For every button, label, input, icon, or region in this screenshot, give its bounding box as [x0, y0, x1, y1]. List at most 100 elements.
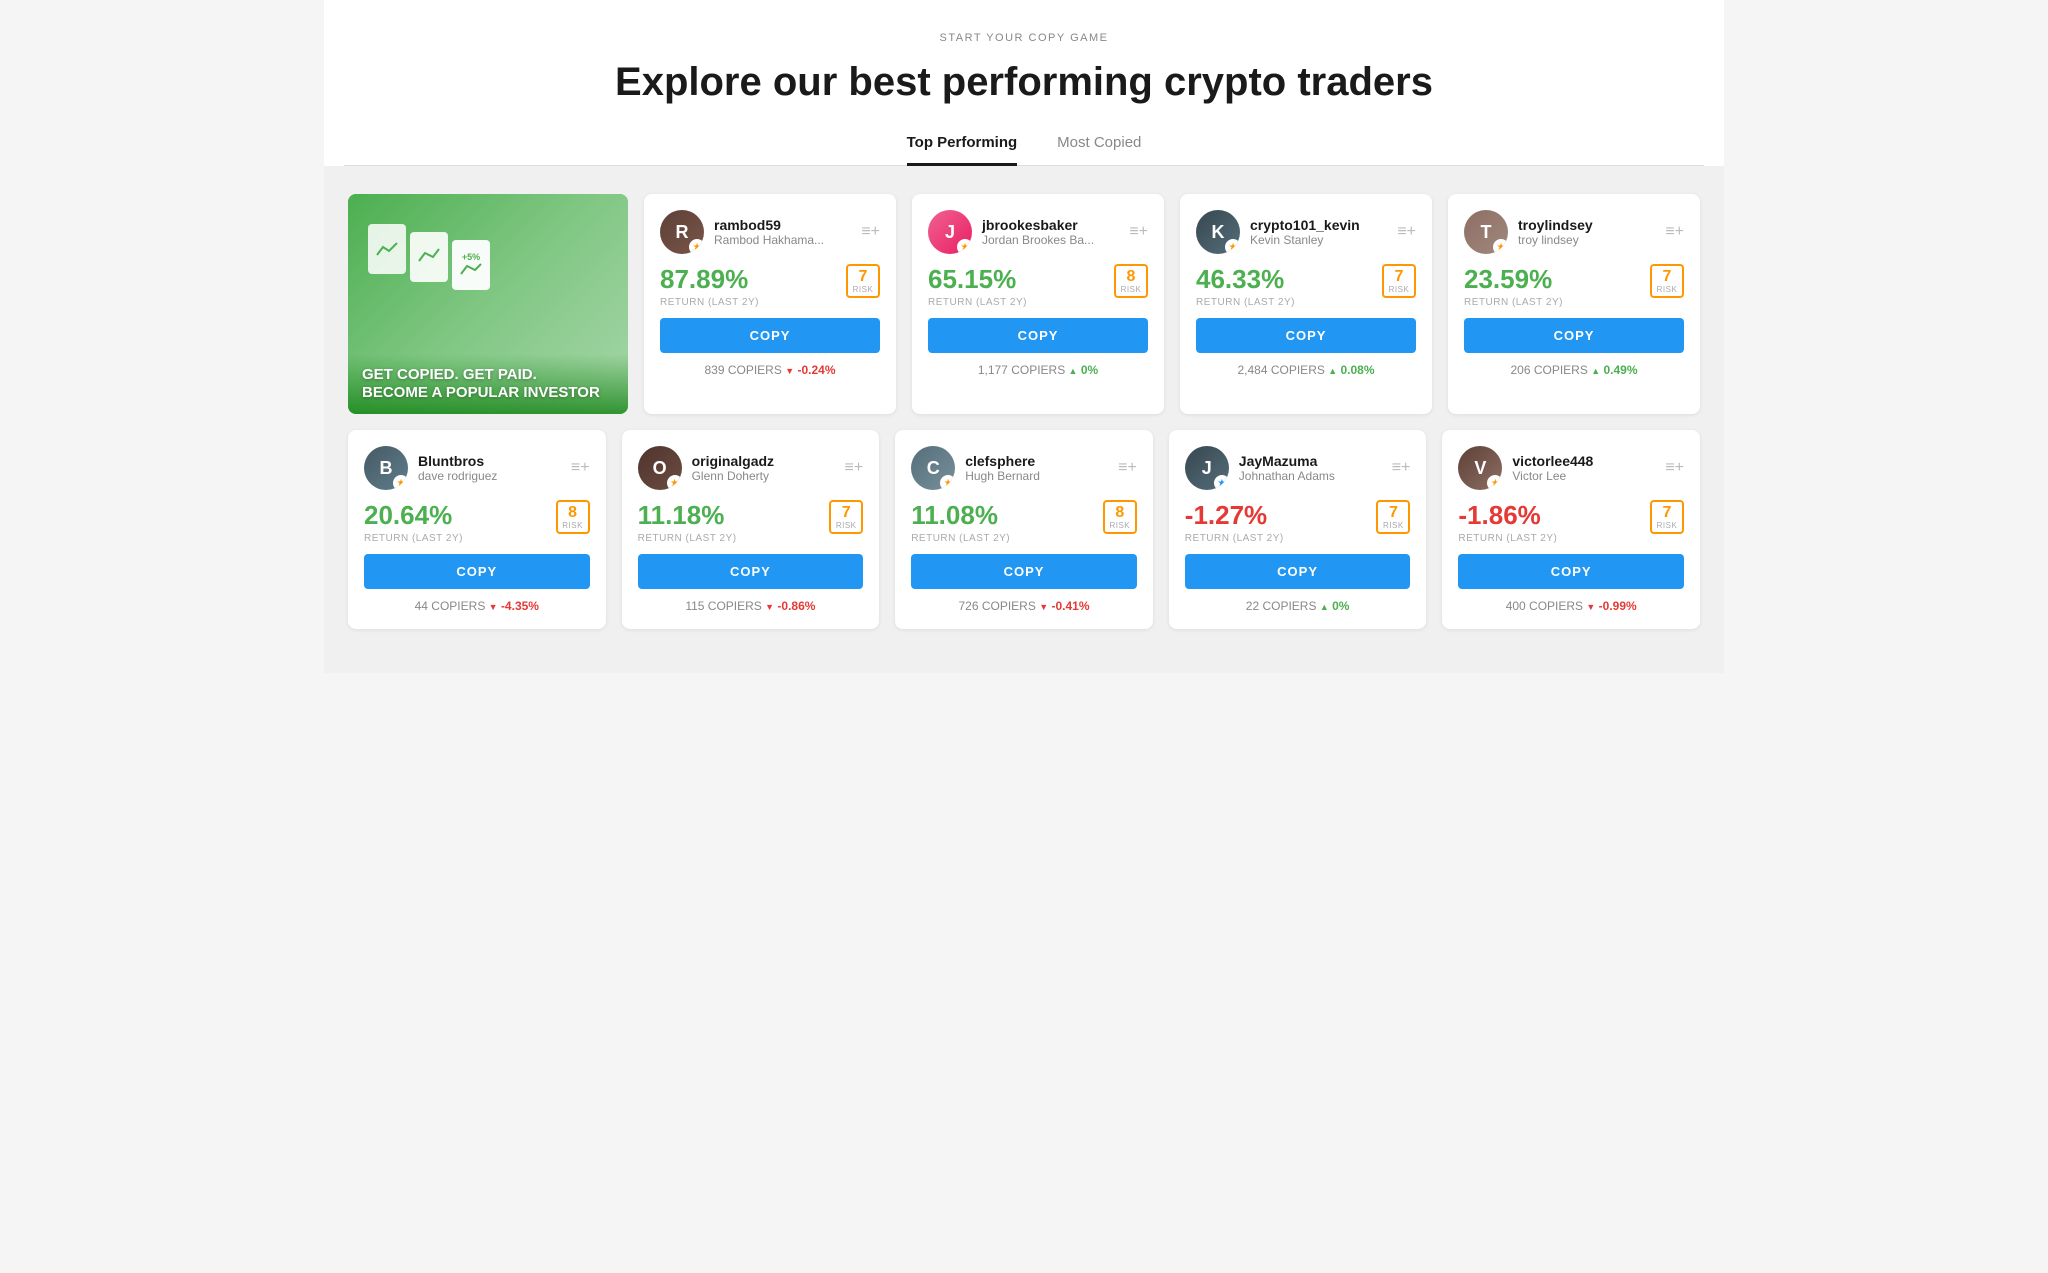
trader-info: V ★ victorlee448 Victor Lee	[1458, 446, 1593, 490]
grid-row-2: B ★ Bluntbros dave rodriguez ≡+ 20.64% R…	[348, 430, 1700, 629]
trader-username: originalgadz	[692, 453, 774, 469]
menu-icon[interactable]: ≡+	[1118, 459, 1137, 477]
trader-card-originalgadz: O ★ originalgadz Glenn Doherty ≡+ 11.18%…	[622, 430, 880, 629]
trader-fullname: Johnathan Adams	[1239, 469, 1335, 483]
card-header: B ★ Bluntbros dave rodriguez ≡+	[364, 446, 590, 490]
star-badge: ★	[1493, 239, 1508, 254]
promo-headline-2: BECOME A POPULAR INVESTOR	[362, 384, 614, 402]
chart-mini-2	[410, 232, 448, 282]
tab-most-copied[interactable]: Most Copied	[1057, 134, 1141, 166]
copy-button[interactable]: COPY	[1185, 554, 1411, 589]
risk-label: RISK	[1109, 521, 1130, 530]
trader-username: troylindsey	[1518, 217, 1593, 233]
trader-names: clefsphere Hugh Bernard	[965, 453, 1040, 483]
avatar: C ★	[911, 446, 955, 490]
trader-info: J ★ JayMazuma Johnathan Adams	[1185, 446, 1335, 490]
menu-icon[interactable]: ≡+	[1129, 223, 1148, 241]
copiers-row: 2,484 COPIERS 0.08%	[1196, 363, 1416, 377]
copy-button[interactable]: COPY	[1196, 318, 1416, 353]
trader-info: C ★ clefsphere Hugh Bernard	[911, 446, 1040, 490]
return-label: RETURN (LAST 2Y)	[1464, 297, 1563, 308]
menu-icon[interactable]: ≡+	[861, 223, 880, 241]
star-badge: ★	[940, 475, 955, 490]
trader-card-troylindsey: T ★ troylindsey troy lindsey ≡+ 23.59% R…	[1448, 194, 1700, 414]
trader-username: crypto101_kevin	[1250, 217, 1360, 233]
risk-label: RISK	[1657, 521, 1678, 530]
return-label: RETURN (LAST 2Y)	[660, 297, 759, 308]
risk-label: RISK	[1121, 285, 1142, 294]
risk-number: 7	[842, 505, 851, 521]
tabs-bar: Top Performing Most Copied	[344, 134, 1704, 166]
trader-info: T ★ troylindsey troy lindsey	[1464, 210, 1593, 254]
risk-box: 7 RISK	[1650, 500, 1684, 534]
menu-icon[interactable]: ≡+	[845, 459, 864, 477]
avatar: B ★	[364, 446, 408, 490]
promo-text: GET COPIED. GET PAID. BECOME A POPULAR I…	[348, 354, 628, 414]
trader-fullname: Victor Lee	[1512, 469, 1593, 483]
chart-mini-1	[368, 224, 406, 274]
trader-card-jaymazuma: J ★ JayMazuma Johnathan Adams ≡+ -1.27% …	[1169, 430, 1427, 629]
main-title: Explore our best performing crypto trade…	[344, 58, 1704, 106]
copy-button[interactable]: COPY	[660, 318, 880, 353]
return-label: RETURN (LAST 2Y)	[1458, 533, 1557, 544]
trader-names: originalgadz Glenn Doherty	[692, 453, 774, 483]
return-label: RETURN (LAST 2Y)	[1196, 297, 1295, 308]
copy-button[interactable]: COPY	[928, 318, 1148, 353]
copy-button[interactable]: COPY	[911, 554, 1137, 589]
copiers-row: 44 COPIERS -4.35%	[364, 599, 590, 613]
card-header: R ★ rambod59 Rambod Hakhama... ≡+	[660, 210, 880, 254]
risk-label: RISK	[562, 521, 583, 530]
start-label: START YOUR COPY GAME	[344, 32, 1704, 44]
trader-username: Bluntbros	[418, 453, 497, 469]
risk-label: RISK	[853, 285, 874, 294]
tab-top-performing[interactable]: Top Performing	[907, 134, 1018, 166]
return-label: RETURN (LAST 2Y)	[638, 533, 737, 544]
chart-mini-3: +5%	[452, 240, 490, 290]
trader-card-crypto101kevin: K ★ crypto101_kevin Kevin Stanley ≡+ 46.…	[1180, 194, 1432, 414]
avatar: J ★	[1185, 446, 1229, 490]
trader-card-clefsphere: C ★ clefsphere Hugh Bernard ≡+ 11.08% RE…	[895, 430, 1153, 629]
star-badge: ★	[1225, 239, 1240, 254]
return-value: 11.08%	[911, 500, 1010, 531]
copy-button[interactable]: COPY	[364, 554, 590, 589]
menu-icon[interactable]: ≡+	[1665, 223, 1684, 241]
card-header: T ★ troylindsey troy lindsey ≡+	[1464, 210, 1684, 254]
copiers-row: 1,177 COPIERS 0%	[928, 363, 1148, 377]
stats-row: 65.15% RETURN (LAST 2Y) 8 RISK	[928, 264, 1148, 308]
risk-box: 8 RISK	[556, 500, 590, 534]
risk-label: RISK	[836, 521, 857, 530]
copy-button[interactable]: COPY	[638, 554, 864, 589]
menu-icon[interactable]: ≡+	[1392, 459, 1411, 477]
star-badge: ★	[667, 475, 682, 490]
grid-row-1: +5% GET COPIED. GET PAID. BECOME A POPUL…	[348, 194, 1700, 414]
avatar: K ★	[1196, 210, 1240, 254]
star-badge: ★	[1214, 475, 1229, 490]
stats-row: -1.86% RETURN (LAST 2Y) 7 RISK	[1458, 500, 1684, 544]
trader-names: victorlee448 Victor Lee	[1512, 453, 1593, 483]
risk-box: 7 RISK	[1382, 264, 1416, 298]
risk-box: 7 RISK	[846, 264, 880, 298]
menu-icon[interactable]: ≡+	[571, 459, 590, 477]
risk-box: 7 RISK	[1650, 264, 1684, 298]
copy-button[interactable]: COPY	[1464, 318, 1684, 353]
risk-number: 7	[1663, 269, 1672, 285]
return-value: 11.18%	[638, 500, 737, 531]
card-header: O ★ originalgadz Glenn Doherty ≡+	[638, 446, 864, 490]
trader-fullname: Jordan Brookes Ba...	[982, 233, 1094, 247]
star-badge: ★	[689, 239, 704, 254]
menu-icon[interactable]: ≡+	[1665, 459, 1684, 477]
card-header: K ★ crypto101_kevin Kevin Stanley ≡+	[1196, 210, 1416, 254]
stats-row: 11.18% RETURN (LAST 2Y) 7 RISK	[638, 500, 864, 544]
risk-box: 8 RISK	[1114, 264, 1148, 298]
promo-card[interactable]: +5% GET COPIED. GET PAID. BECOME A POPUL…	[348, 194, 628, 414]
return-label: RETURN (LAST 2Y)	[1185, 533, 1284, 544]
menu-icon[interactable]: ≡+	[1397, 223, 1416, 241]
stats-row: 87.89% RETURN (LAST 2Y) 7 RISK	[660, 264, 880, 308]
copy-button[interactable]: COPY	[1458, 554, 1684, 589]
trader-fullname: Kevin Stanley	[1250, 233, 1360, 247]
trader-fullname: Rambod Hakhama...	[714, 233, 824, 247]
trader-info: O ★ originalgadz Glenn Doherty	[638, 446, 774, 490]
risk-label: RISK	[1389, 285, 1410, 294]
risk-number: 8	[1115, 505, 1124, 521]
avatar: O ★	[638, 446, 682, 490]
